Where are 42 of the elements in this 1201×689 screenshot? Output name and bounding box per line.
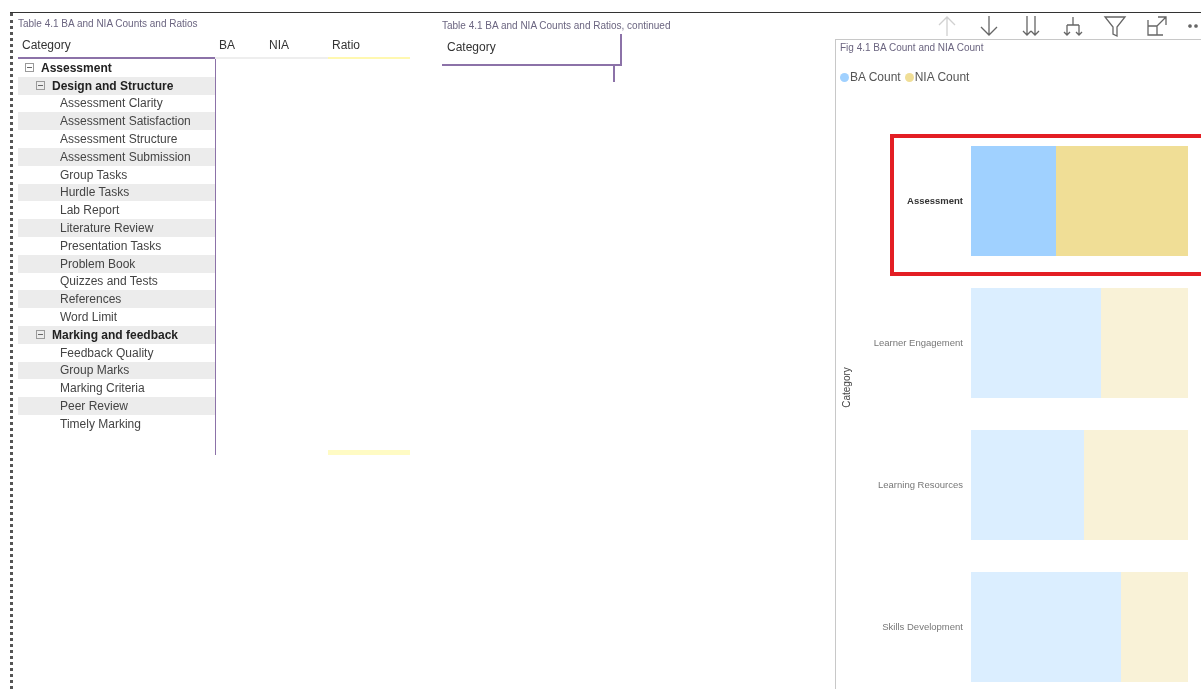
category-label: Learner Engagement (872, 335, 964, 350)
row-label: Assessment Submission (60, 149, 191, 164)
filter-icon[interactable] (1103, 14, 1127, 38)
row-label: Quizzes and Tests (60, 274, 158, 289)
row-label: Group Tasks (60, 167, 128, 182)
row-label: Marking Criteria (60, 381, 145, 396)
category-label: Assessment (906, 193, 964, 208)
column-header[interactable]: BA (215, 34, 265, 59)
row-label: Hurdle Tasks (60, 185, 130, 200)
row-label: Assessment Clarity (60, 96, 163, 111)
legend-label: NIA Count (914, 69, 970, 86)
legend-label: BA Count (850, 69, 901, 86)
collapse-icon[interactable] (36, 81, 45, 91)
column-header[interactable]: Category (18, 34, 215, 59)
row-label: Presentation Tasks (60, 238, 162, 253)
column-header[interactable]: NIA (265, 34, 328, 59)
row-label: Group Marks (60, 363, 130, 378)
row-label: Lab Report (60, 203, 120, 218)
table-title: Table 4.1 BA and NIA Counts and Ratios, continued (442, 20, 671, 32)
chart-title: Fig 4.1 BA Count and NIA Count (840, 42, 985, 54)
category-label: Learning Resources (876, 477, 964, 492)
row-label: Timely Marking (60, 416, 141, 431)
group-row-label: Marking and feedback (52, 327, 179, 342)
collapse-icon[interactable] (36, 330, 45, 340)
hierarchy-arrow-icon[interactable] (1061, 14, 1085, 38)
column-header[interactable]: Ratio (328, 34, 410, 59)
row-label: Assessment Structure (60, 132, 178, 147)
row-label: References (60, 292, 122, 307)
row-label: Problem Book (60, 256, 136, 271)
group-row-label: Design and Structure (52, 78, 174, 93)
row-label: Peer Review (60, 399, 129, 414)
row-label: Word Limit (60, 310, 118, 325)
group-row-label: Assessment (41, 60, 112, 75)
focus-mode-icon[interactable] (1145, 14, 1169, 38)
column-header[interactable]: Category (442, 34, 622, 66)
category-label: Skills Development (881, 619, 964, 634)
row-label: Feedback Quality (60, 345, 154, 360)
table-title: Table 4.1 BA and NIA Counts and Ratios (18, 18, 199, 30)
row-label: Assessment Satisfaction (60, 114, 191, 129)
collapse-icon[interactable] (25, 63, 34, 73)
row-label: Literature Review (60, 221, 154, 236)
axis-title: Category (839, 367, 853, 408)
